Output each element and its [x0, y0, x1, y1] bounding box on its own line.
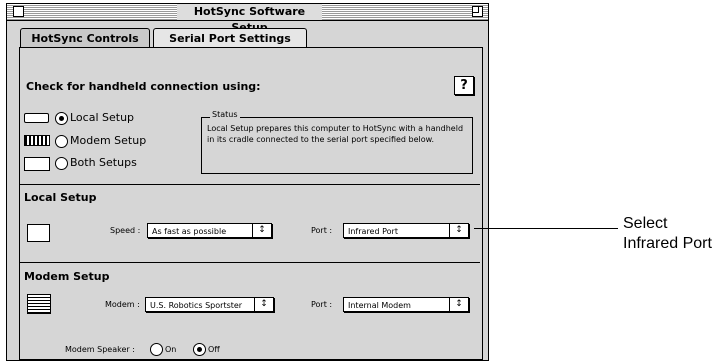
local-cradle-icon [27, 224, 50, 242]
section-divider [20, 184, 480, 185]
both-setups-label[interactable]: Both Setups [70, 156, 137, 169]
zoom-box-icon[interactable] [472, 6, 483, 17]
modem-value: U.S. Robotics Sportster [150, 301, 243, 310]
both-setups-icon [24, 157, 50, 171]
updown-arrows-icon: ↕ [449, 298, 468, 311]
local-port-select[interactable]: Infrared Port ↕ [343, 223, 469, 238]
cradle-icon [24, 113, 49, 123]
modem-device-icon [27, 294, 51, 314]
close-box-icon[interactable] [13, 6, 24, 17]
speaker-on-radio[interactable] [150, 343, 163, 356]
modem-port-select[interactable]: Internal Modem ↕ [343, 297, 469, 312]
callout-text: Select Infrared Port [623, 215, 712, 252]
status-title: Status [210, 110, 240, 119]
speaker-on-label[interactable]: On [165, 345, 176, 354]
tab-hotsync-controls[interactable]: HotSync Controls [20, 28, 150, 48]
speaker-off-label[interactable]: Off [208, 345, 220, 354]
modem-setup-radio[interactable] [55, 135, 68, 148]
section-divider [20, 262, 480, 263]
check-heading: Check for handheld connection using: [26, 80, 261, 93]
modem-select[interactable]: U.S. Robotics Sportster ↕ [145, 297, 274, 312]
local-setup-label[interactable]: Local Setup [70, 111, 134, 124]
hotsync-setup-window: HotSync Software Setup HotSync Controls … [6, 3, 489, 361]
local-setup-radio[interactable] [55, 112, 68, 125]
modem-icon [24, 135, 50, 146]
speed-value: As fast as possible [152, 227, 227, 236]
window-title: HotSync Software Setup [177, 4, 322, 34]
status-text: Local Setup prepares this computer to Ho… [207, 124, 464, 144]
modem-port-label: Port : [311, 300, 333, 309]
local-port-label: Port : [311, 226, 333, 235]
modem-setup-label[interactable]: Modem Setup [70, 134, 146, 147]
local-setup-heading: Local Setup [24, 191, 97, 204]
modem-speaker-label: Modem Speaker : [65, 345, 135, 354]
title-bar[interactable]: HotSync Software Setup [7, 4, 488, 34]
updown-arrows-icon: ↕ [449, 224, 468, 237]
modem-port-value: Internal Modem [348, 301, 411, 310]
both-setups-radio[interactable] [55, 157, 68, 170]
speaker-off-radio[interactable] [193, 343, 206, 356]
help-button[interactable]: ? [454, 76, 474, 95]
modem-label: Modem : [105, 300, 140, 309]
callout-leader-line [474, 228, 618, 229]
modem-setup-heading: Modem Setup [24, 270, 110, 283]
speed-label: Speed : [110, 226, 141, 235]
updown-arrows-icon: ↕ [252, 224, 271, 237]
tab-serial-port-settings[interactable]: Serial Port Settings [153, 28, 307, 48]
local-port-value: Infrared Port [348, 227, 398, 236]
speed-select[interactable]: As fast as possible ↕ [147, 223, 272, 238]
updown-arrows-icon: ↕ [254, 298, 273, 311]
